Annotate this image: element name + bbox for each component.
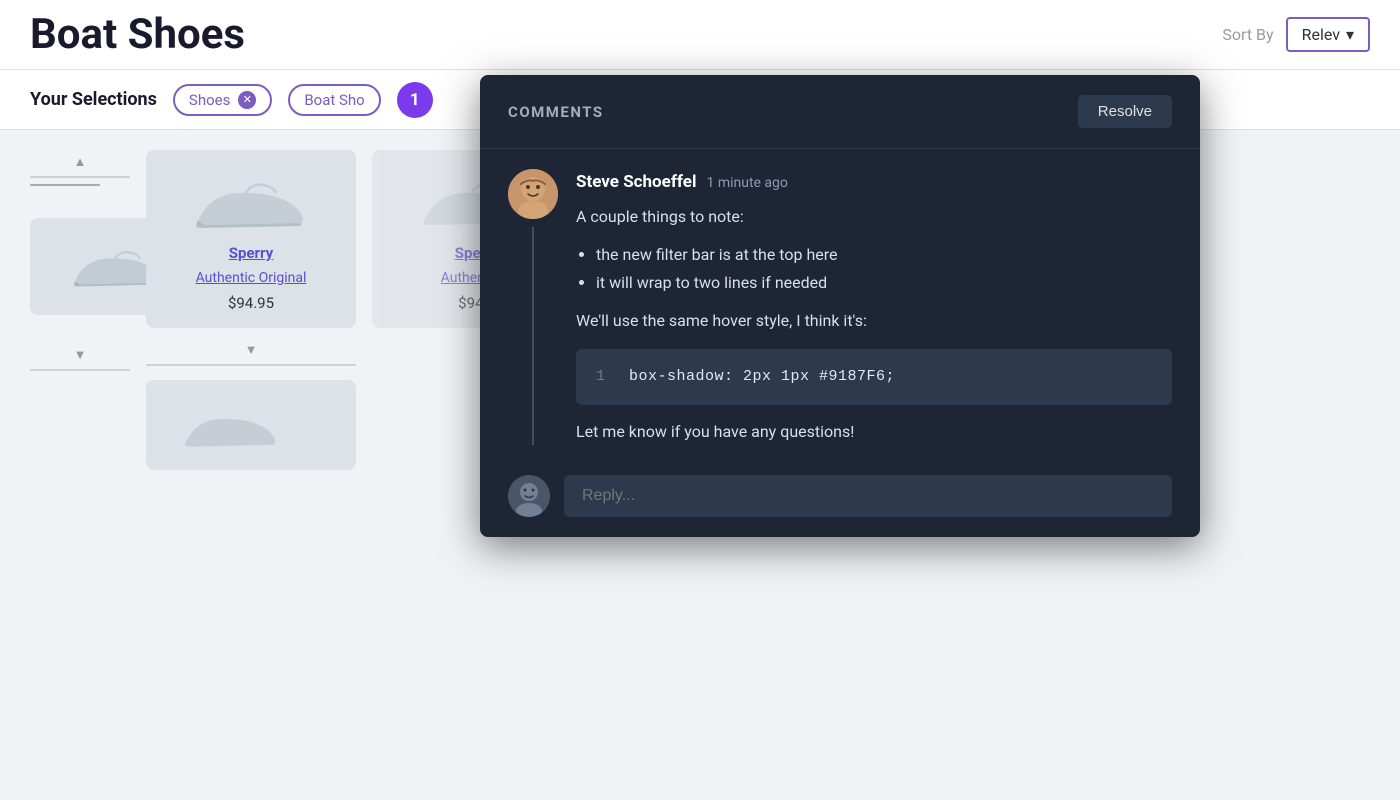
product-name-1[interactable]: Authentic Original (196, 270, 307, 286)
avatar-steve (508, 169, 558, 219)
bullet-1: the new filter bar is at the top here (596, 241, 1172, 270)
tag-label-shoes: Shoes (189, 91, 230, 109)
comment-intro: A couple things to note: (576, 204, 1172, 230)
comment-content: Steve Schoeffel 1 minute ago A couple th… (576, 169, 1172, 445)
comment-time: 1 minute ago (706, 172, 787, 194)
filter-down-arrow-2[interactable]: ▼ (30, 347, 130, 363)
avatar-svg-steve (508, 169, 558, 219)
filter-down-arrow-3[interactable]: ▼ (146, 342, 356, 358)
shoe-icon-sperry-1 (186, 166, 316, 236)
avatar-col (508, 169, 558, 445)
filter-line-2a (30, 369, 130, 371)
filter-up-arrow-1[interactable]: ▲ (30, 154, 130, 170)
product-brand-1[interactable]: Sperry (229, 244, 273, 262)
code-block: 1 box-shadow: 2px 1px #9187F6; (576, 349, 1172, 405)
filter-line-3 (146, 364, 356, 366)
product-price-1: $94.95 (228, 294, 274, 312)
comment-author-row: Steve Schoeffel 1 minute ago (576, 169, 1172, 196)
sort-bar: Sort By Relev ▾ (1222, 17, 1370, 52)
reply-row (480, 461, 1200, 537)
comment-author: Steve Schoeffel (576, 169, 696, 196)
avatar-thread-line (532, 227, 534, 445)
comment-closing: Let me know if you have any questions! (576, 419, 1172, 445)
reply-input[interactable] (564, 475, 1172, 517)
product-card-sperry-1: Sperry Authentic Original $94.95 (146, 150, 356, 328)
sort-value: Relev (1302, 25, 1340, 44)
product-col-1: Sperry Authentic Original $94.95 ▼ (146, 150, 356, 780)
notification-count: 1 (410, 90, 420, 110)
comment-followup: We'll use the same hover style, I think … (576, 308, 1172, 334)
code-line-num: 1 (596, 365, 605, 389)
comment-body: Steve Schoeffel 1 minute ago A couple th… (480, 149, 1200, 461)
code-content: box-shadow: 2px 1px #9187F6; (629, 365, 895, 389)
bullet-2: it will wrap to two lines if needed (596, 269, 1172, 298)
resolve-button[interactable]: Resolve (1078, 95, 1172, 128)
chevron-down-icon: ▾ (1346, 25, 1354, 44)
tag-remove-shoes[interactable]: ✕ (238, 91, 256, 109)
selections-label: Your Selections (30, 89, 157, 110)
sort-select[interactable]: Relev ▾ (1286, 17, 1370, 52)
tag-chip-shoes[interactable]: Shoes ✕ (173, 84, 272, 116)
sort-label: Sort By (1222, 25, 1273, 44)
filter-line-1b (30, 184, 100, 186)
tag-label-boatshoes: Boat Sho (304, 91, 364, 109)
shoe-icon-bottom-1 (166, 396, 296, 456)
page-header: Boat Shoes Sort By Relev ▾ (0, 0, 1400, 70)
filter-group-1: ▲ (30, 154, 130, 186)
comments-header: COMMENTS Resolve (480, 75, 1200, 149)
page-title: Boat Shoes (30, 10, 245, 59)
filter-group-2: ▼ (30, 347, 130, 371)
product-card-bottom-1 (146, 380, 356, 470)
comments-panel: COMMENTS Resolve Steve Schoeff (480, 75, 1200, 537)
filter-group-3: ▼ (146, 342, 356, 366)
tag-chip-boatshoes[interactable]: Boat Sho (288, 84, 380, 116)
notification-badge[interactable]: 1 (397, 82, 433, 118)
avatar-svg-reply (508, 475, 550, 517)
comments-title: COMMENTS (508, 103, 604, 121)
avatar-reply-user (508, 475, 550, 517)
comment-bullets: the new filter bar is at the top here it… (596, 241, 1172, 299)
left-filters: ▲ ▼ (30, 150, 130, 780)
filter-line-1a (30, 176, 130, 178)
